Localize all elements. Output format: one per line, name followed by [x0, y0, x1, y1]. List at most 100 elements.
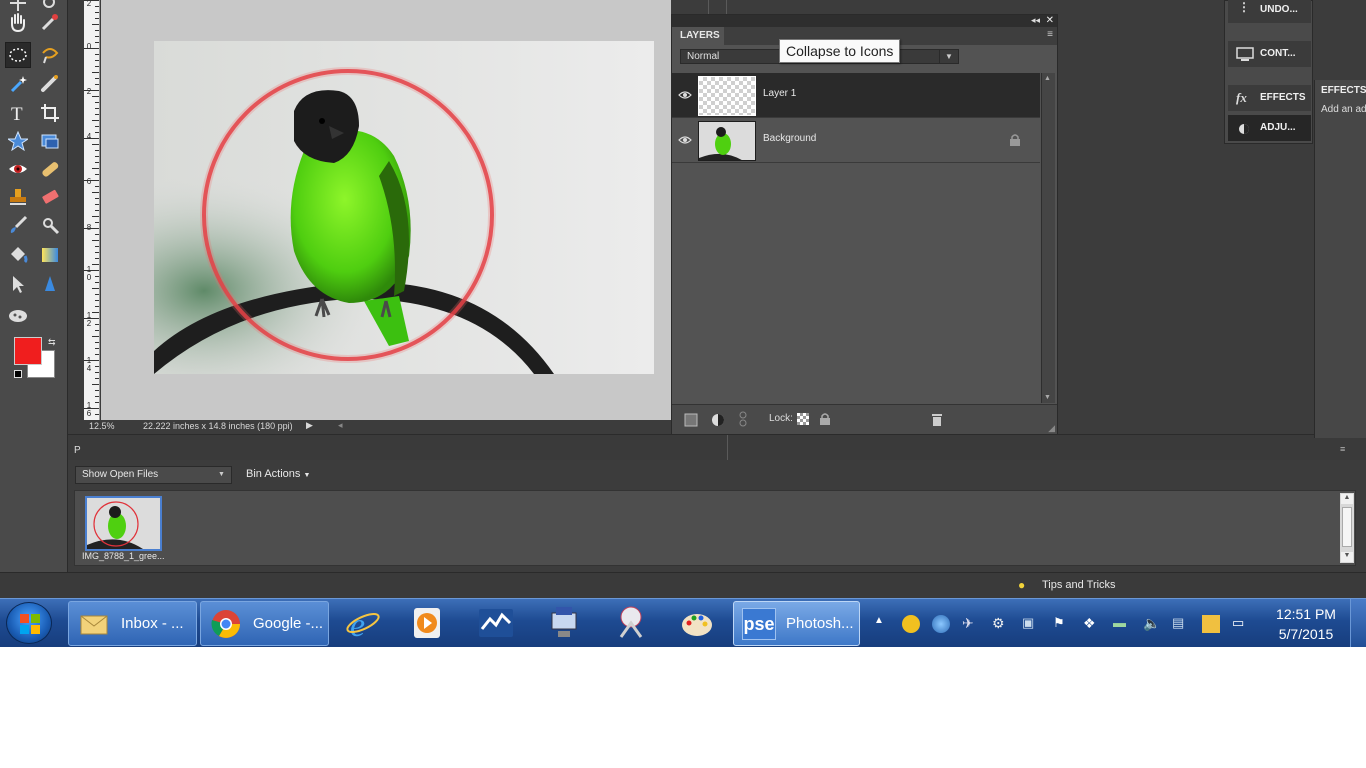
ruler-tick: [92, 96, 99, 97]
show-open-files-select[interactable]: Show Open Files: [75, 466, 232, 484]
gradient-tool-icon[interactable]: [37, 242, 63, 268]
scroll-left-icon[interactable]: ◂: [338, 420, 343, 431]
ruler-tick: [92, 144, 99, 145]
cookie-cutter-tool-icon[interactable]: [5, 302, 31, 328]
swap-colors-icon[interactable]: ⇆: [48, 337, 58, 347]
resize-grip-icon[interactable]: ◢: [1048, 423, 1055, 434]
panel-menu-icon[interactable]: ≡: [1047, 29, 1053, 40]
snipping-tool-icon[interactable]: [613, 605, 649, 641]
layers-scrollbar[interactable]: ▲ ▼: [1041, 73, 1055, 403]
visibility-eye-icon[interactable]: [678, 89, 692, 101]
type-tool-icon[interactable]: T: [5, 100, 31, 126]
lock-all-icon[interactable]: [819, 412, 831, 425]
dropbox-icon[interactable]: ❖: [1083, 615, 1101, 633]
layer-name[interactable]: Background: [763, 133, 816, 144]
layer-name[interactable]: Layer 1: [763, 88, 796, 99]
hand-tool-icon[interactable]: [5, 9, 31, 35]
recompose-tool-icon[interactable]: [37, 128, 63, 154]
tab-layers[interactable]: LAYERS: [672, 27, 724, 45]
scroll-down-icon[interactable]: ▼: [1341, 552, 1353, 562]
bin-file-thumbnail[interactable]: [85, 496, 162, 551]
shape-tool-icon[interactable]: [5, 128, 31, 154]
bin-menu-icon[interactable]: ≡: [1340, 444, 1345, 454]
clone-stamp-tool-icon[interactable]: [5, 184, 31, 210]
zoom-level[interactable]: 12.5%: [89, 421, 115, 431]
display-icon[interactable]: ▭: [1232, 615, 1250, 633]
paint-icon[interactable]: [679, 605, 715, 641]
quick-selection-tool-icon[interactable]: [37, 70, 63, 96]
bin-actions-menu[interactable]: Bin Actions ▼: [246, 468, 310, 480]
lock-transparency-icon[interactable]: [797, 413, 809, 425]
scroll-thumb[interactable]: [1342, 507, 1352, 547]
folder-icon[interactable]: [1202, 615, 1220, 633]
scroll-up-icon[interactable]: ▲: [1341, 494, 1353, 504]
ruler-tick: [84, 360, 99, 361]
chevron-down-icon[interactable]: ▼: [218, 471, 225, 478]
layers-panel-titlebar[interactable]: ◂◂ ✕: [672, 15, 1057, 27]
crop-tool-icon[interactable]: [37, 100, 63, 126]
clock[interactable]: 12:51 PM 5/7/2015: [1266, 604, 1346, 644]
globe-icon[interactable]: [932, 615, 950, 633]
bin-scrollbar[interactable]: ▲ ▼: [1340, 493, 1354, 563]
taskbar-button-inbox[interactable]: Inbox - ...: [68, 601, 197, 646]
magic-wand-tool-icon[interactable]: [5, 70, 31, 96]
show-hidden-icons-icon[interactable]: ▲: [874, 615, 892, 633]
monitor-icon[interactable]: ▣: [1022, 615, 1040, 633]
foreground-color-swatch[interactable]: [14, 337, 42, 365]
sharpen-tool-icon[interactable]: [37, 271, 63, 297]
scroll-up-icon[interactable]: ▲: [1044, 75, 1051, 82]
visibility-eye-icon[interactable]: [678, 134, 692, 146]
custom-shape-select-icon[interactable]: [5, 271, 31, 297]
adjustment-layer-icon[interactable]: [711, 413, 725, 427]
healing-brush-tool-icon[interactable]: [37, 156, 63, 182]
gear-icon[interactable]: ⚙: [992, 615, 1010, 633]
content-button[interactable]: CONT...: [1228, 41, 1311, 67]
new-layer-icon[interactable]: [684, 413, 698, 427]
close-panel-icon[interactable]: ✕: [1046, 15, 1054, 26]
lasso-tool-icon[interactable]: [37, 42, 63, 68]
ruler-tick: [95, 234, 99, 235]
tray-app-icon[interactable]: [902, 615, 920, 633]
red-eye-tool-icon[interactable]: [5, 156, 31, 182]
ruler-tick: [95, 204, 99, 205]
ruler-label: 0: [86, 42, 92, 51]
ruler-tick: [95, 390, 99, 391]
marquee-tool-icon[interactable]: [5, 42, 31, 68]
drive-icon[interactable]: ▬: [1113, 615, 1131, 633]
undo-history-button[interactable]: ⋮ UNDO...: [1228, 0, 1311, 23]
effects-button[interactable]: fx EFFECTS: [1228, 85, 1311, 111]
collapse-to-icons-icon[interactable]: ◂◂: [1031, 15, 1040, 26]
layer-row-layer-1[interactable]: Layer 1: [672, 73, 1040, 118]
brush-tool-icon[interactable]: [5, 212, 31, 238]
foreground-background-colors[interactable]: ⇆: [14, 337, 58, 381]
taskbar-button-photoshop[interactable]: pse Photosh...: [733, 601, 860, 646]
volume-icon[interactable]: 🔈: [1143, 615, 1161, 633]
eraser-tool-icon[interactable]: [37, 184, 63, 210]
scroll-down-icon[interactable]: ▼: [1044, 394, 1051, 401]
delete-layer-icon[interactable]: [931, 412, 943, 426]
paint-bucket-tool-icon[interactable]: [5, 242, 31, 268]
show-desktop-button[interactable]: [1350, 599, 1366, 647]
ruler-tick: [95, 222, 99, 223]
chevron-down-icon[interactable]: ▼: [939, 49, 959, 64]
start-button[interactable]: [6, 602, 52, 644]
adjustments-button[interactable]: ADJU...: [1228, 115, 1311, 141]
taskbar-button-chrome[interactable]: Google -...: [200, 601, 329, 646]
network-app-icon[interactable]: [546, 605, 582, 641]
network-icon[interactable]: ▤: [1172, 615, 1190, 633]
smart-brush-tool-icon[interactable]: [37, 212, 63, 238]
status-menu-arrow-icon[interactable]: ▶: [306, 420, 313, 431]
internet-explorer-icon[interactable]: e: [345, 605, 381, 641]
media-player-icon[interactable]: [410, 605, 446, 641]
stocks-app-icon[interactable]: [478, 605, 514, 641]
layer-row-background[interactable]: Background: [672, 118, 1040, 163]
reset-colors-icon[interactable]: [14, 370, 22, 378]
ruler-tick: [95, 366, 99, 367]
action-center-flag-icon[interactable]: ⚑: [1053, 615, 1071, 633]
ruler-tick: [95, 396, 99, 397]
link-layers-icon[interactable]: [739, 411, 747, 427]
document-image[interactable]: [154, 41, 654, 374]
airplane-icon[interactable]: ✈: [962, 615, 980, 633]
eyedropper-tool-icon[interactable]: [37, 9, 63, 35]
outlook-icon: [80, 615, 108, 635]
